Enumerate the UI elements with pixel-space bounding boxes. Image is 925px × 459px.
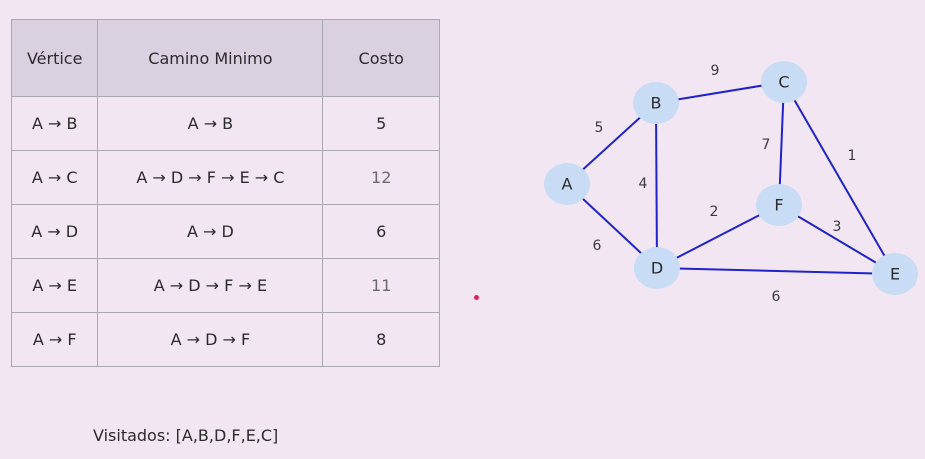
edge-c-e — [783, 81, 896, 275]
weighted-graph: 5 6 9 4 7 1 2 3 6 A B C D E F — [544, 61, 918, 305]
edge-weight-a-d: 6 — [593, 238, 602, 254]
node-b: B — [633, 82, 679, 124]
edge-weight-d-e: 6 — [772, 289, 781, 305]
edge-weights: 5 6 9 4 7 1 2 3 6 — [593, 63, 857, 305]
node-f: F — [756, 184, 802, 226]
visited-list: Visitados: [A,B,D,F,E,C] — [93, 426, 279, 445]
cursor-dot — [474, 295, 479, 300]
edge-weight-f-e: 3 — [833, 219, 842, 235]
node-e: E — [872, 253, 918, 295]
node-c: C — [761, 61, 807, 103]
node-label: C — [778, 73, 789, 92]
edge-weight-c-f: 7 — [762, 137, 771, 153]
node-label: A — [562, 175, 573, 194]
node-a: A — [544, 163, 590, 205]
edge-weight-d-f: 2 — [710, 204, 719, 220]
node-d: D — [634, 247, 680, 289]
edge-b-d — [655, 102, 658, 269]
node-label: F — [774, 196, 783, 215]
edge-weight-c-e: 1 — [848, 148, 857, 164]
edge-weight-b-d: 4 — [639, 176, 648, 192]
edge-d-e — [656, 267, 896, 275]
node-label: D — [651, 259, 663, 278]
edges — [566, 81, 896, 275]
edge-weight-a-b: 5 — [595, 120, 604, 136]
edge-weight-b-c: 9 — [711, 63, 720, 79]
nodes: A B C D E F — [544, 61, 918, 295]
node-label: E — [890, 265, 900, 284]
node-label: B — [651, 94, 662, 113]
